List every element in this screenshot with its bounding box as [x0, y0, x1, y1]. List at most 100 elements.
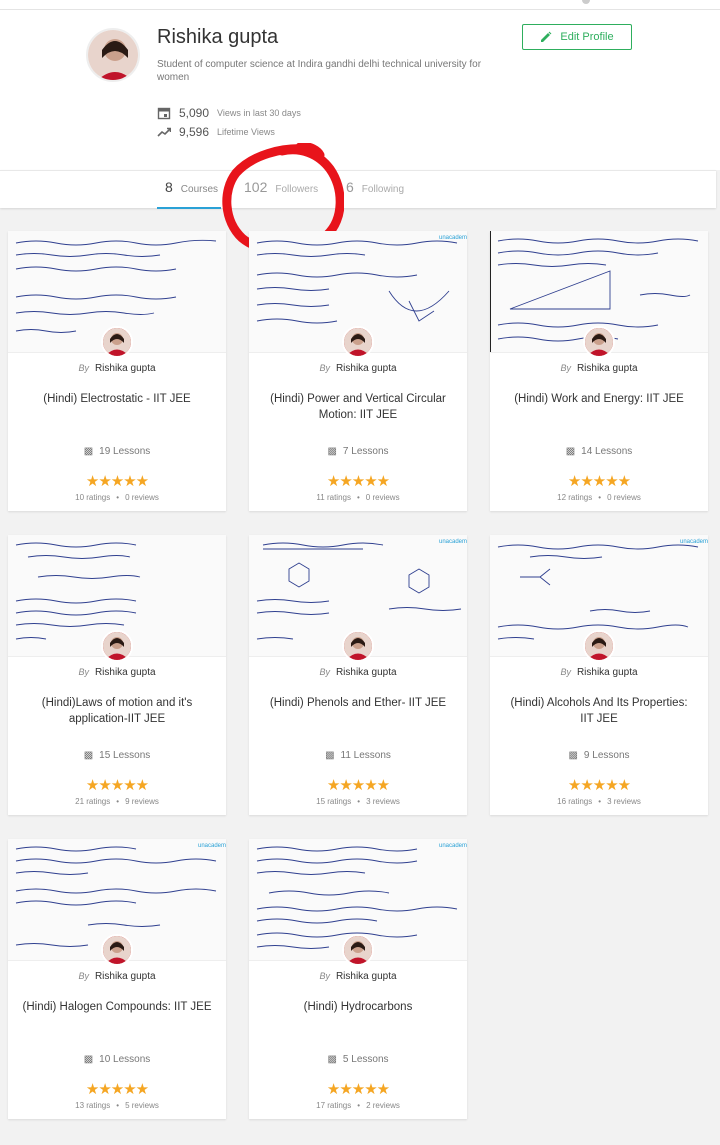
star-rating: ★★★★★ — [85, 1081, 149, 1098]
views-30-days-value: 5,090 — [179, 106, 210, 120]
course-title[interactable]: (Hindi) Alcohols And Its Properties: IIT… — [504, 695, 694, 727]
course-title[interactable]: (Hindi) Phenols and Ether- IIT JEE — [263, 695, 453, 711]
course-card[interactable]: By Rishika gupta (Hindi) Work and Energy:… — [490, 231, 708, 511]
course-ratings: 10 ratings • 0 reviews — [75, 493, 159, 502]
lessons-icon: ▩ — [325, 750, 335, 761]
course-ratings: 21 ratings • 9 reviews — [75, 797, 159, 806]
author-avatar — [583, 326, 615, 358]
tab-following[interactable]: 6 Following — [346, 179, 416, 209]
author-name[interactable]: Rishika gupta — [577, 363, 638, 374]
profile-header: Rishika gupta Student of computer scienc… — [0, 10, 720, 170]
profile-avatar — [86, 28, 140, 82]
lessons-icon: ▩ — [83, 446, 94, 457]
course-author: By Rishika gupta — [249, 363, 467, 374]
reviews-count: 0 reviews — [365, 493, 400, 502]
course-lessons: ▩ 15 Lessons — [8, 750, 226, 761]
brand-badge: unacademy — [439, 843, 467, 849]
course-title[interactable]: (Hindi) Work and Energy: IIT JEE — [504, 391, 694, 407]
profile-name: Rishika gupta — [157, 26, 279, 48]
lessons-count: 15 Lessons — [99, 750, 151, 761]
reviews-count: 0 reviews — [125, 493, 159, 502]
tab-followers[interactable]: 102 Followers — [244, 179, 332, 209]
ratings-count: 10 ratings — [75, 493, 111, 502]
star-rating: ★★★★★ — [85, 777, 149, 794]
lifetime-views-value: 9,596 — [179, 125, 210, 139]
course-lessons: ▩ 11 Lessons — [249, 750, 467, 761]
course-title[interactable]: (Hindi) Halogen Compounds: IIT JEE — [22, 999, 212, 1015]
course-card[interactable]: By Rishika gupta (Hindi) Electrostatic - … — [8, 231, 226, 511]
course-ratings: 16 ratings • 3 reviews — [557, 797, 641, 806]
course-author: By Rishika gupta — [249, 667, 467, 678]
by-label: By — [319, 971, 330, 981]
by-label: By — [78, 667, 89, 677]
lessons-count: 19 Lessons — [99, 446, 151, 457]
by-label: By — [319, 667, 330, 677]
course-title[interactable]: (Hindi)Laws of motion and it's applicati… — [22, 695, 212, 727]
views-30-days-label: Views in last 30 days — [217, 108, 301, 118]
author-name[interactable]: Rishika gupta — [336, 363, 397, 374]
by-label: By — [560, 667, 571, 677]
course-card[interactable]: unacademy By Rishika gupta (Hindi) Hydroc… — [249, 839, 467, 1119]
lessons-icon: ▩ — [565, 446, 576, 457]
author-avatar — [101, 630, 133, 662]
lessons-count: 10 Lessons — [99, 1054, 151, 1065]
course-card[interactable]: unacademy By Rishika gupta (Hindi) Power … — [249, 231, 467, 511]
course-card[interactable]: unacademy By Rishika gupta (Hindi) Phenol… — [249, 535, 467, 815]
edit-profile-button[interactable]: Edit Profile — [522, 24, 632, 50]
course-author: By Rishika gupta — [8, 667, 226, 678]
lessons-icon: ▩ — [327, 446, 337, 457]
star-rating: ★★★★★ — [326, 473, 390, 490]
author-name[interactable]: Rishika gupta — [95, 363, 156, 374]
course-lessons: ▩ 9 Lessons — [490, 750, 708, 761]
course-lessons: ▩ 5 Lessons — [249, 1054, 467, 1065]
ratings-count: 17 ratings — [316, 1101, 352, 1110]
lifetime-views-label: Lifetime Views — [217, 127, 275, 137]
lessons-count: 14 Lessons — [581, 446, 633, 457]
profile-tabs: 8 Courses 102 Followers 6 Following — [0, 170, 716, 209]
brand-badge: unacademy — [439, 235, 467, 241]
course-author: By Rishika gupta — [490, 363, 708, 374]
ratings-count: 11 ratings — [316, 493, 351, 502]
star-rating: ★★★★★ — [567, 777, 631, 794]
course-title[interactable]: (Hindi) Electrostatic - IIT JEE — [22, 391, 212, 407]
lessons-count: 7 Lessons — [342, 446, 389, 457]
lessons-icon: ▩ — [83, 1054, 94, 1065]
lessons-count: 11 Lessons — [340, 750, 391, 761]
reviews-count: 3 reviews — [607, 797, 641, 806]
pencil-icon — [541, 31, 552, 42]
reviews-count: 2 reviews — [366, 1101, 400, 1110]
menu-dot-icon[interactable] — [582, 0, 590, 4]
author-name[interactable]: Rishika gupta — [577, 667, 638, 678]
tab-following-label: Following — [361, 184, 405, 195]
course-card[interactable]: By Rishika gupta (Hindi)Laws of motion an… — [8, 535, 226, 815]
author-name[interactable]: Rishika gupta — [95, 667, 156, 678]
ratings-count: 15 ratings — [316, 797, 352, 806]
reviews-count: 5 reviews — [125, 1101, 159, 1110]
course-card[interactable]: unacademy By Rishika gupta (Hindi) Haloge… — [8, 839, 226, 1119]
brand-badge: unacademy — [680, 539, 708, 545]
course-title[interactable]: (Hindi) Power and Vertical Circular Moti… — [263, 391, 453, 423]
tab-followers-count: 102 — [244, 179, 268, 195]
tab-courses[interactable]: 8 Courses — [157, 179, 221, 209]
course-lessons: ▩ 14 Lessons — [490, 446, 708, 457]
course-ratings: 13 ratings • 5 reviews — [75, 1101, 159, 1110]
course-ratings: 15 ratings • 3 reviews — [316, 797, 400, 806]
lifetime-views-stat: 9,596 Lifetime Views — [157, 125, 275, 139]
ratings-count: 16 ratings — [557, 797, 593, 806]
course-card[interactable]: unacademy By Rishika gupta (Hindi) Alcoho… — [490, 535, 708, 815]
author-avatar — [101, 326, 133, 358]
star-rating: ★★★★★ — [567, 473, 631, 490]
course-title[interactable]: (Hindi) Hydrocarbons — [263, 999, 453, 1015]
by-label: By — [319, 363, 330, 373]
by-label: By — [78, 363, 89, 373]
by-label: By — [78, 971, 89, 981]
author-name[interactable]: Rishika gupta — [336, 971, 397, 982]
author-avatar — [342, 630, 374, 662]
author-avatar — [342, 326, 374, 358]
author-name[interactable]: Rishika gupta — [336, 667, 397, 678]
author-name[interactable]: Rishika gupta — [95, 971, 156, 982]
ratings-count: 13 ratings — [75, 1101, 111, 1110]
tab-followers-label: Followers — [275, 184, 319, 195]
star-rating: ★★★★★ — [85, 473, 149, 490]
trending-up-icon — [157, 127, 171, 137]
